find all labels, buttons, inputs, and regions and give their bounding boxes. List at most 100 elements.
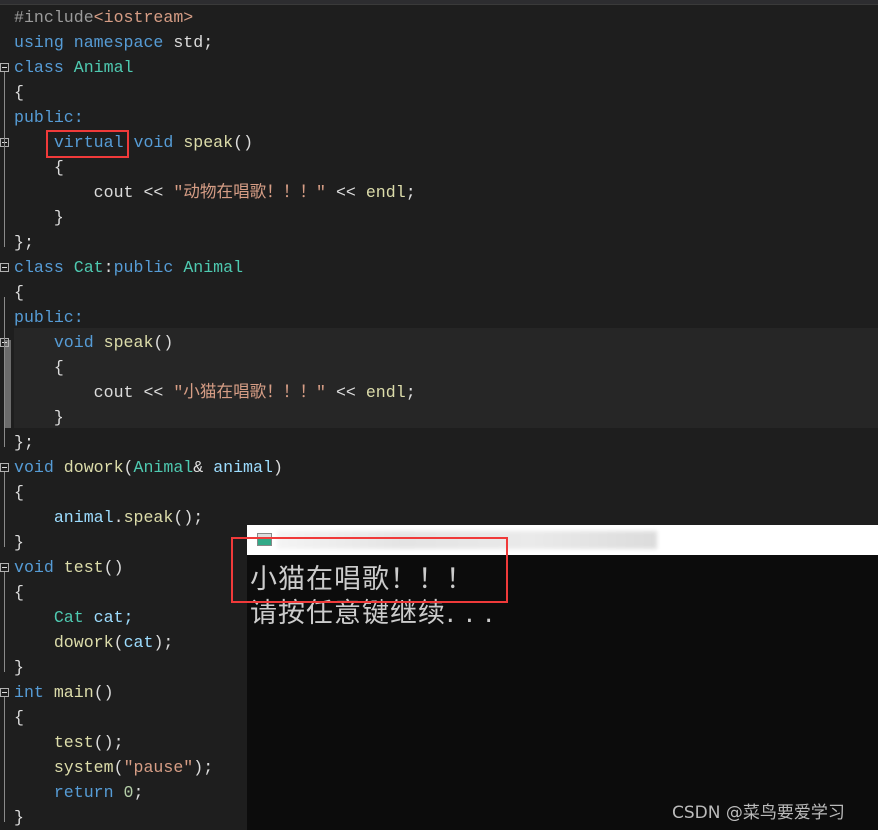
code-token: dowork <box>63 458 124 477</box>
code-token: speak <box>103 333 154 352</box>
code-line[interactable]: void speak() <box>14 330 174 355</box>
code-token: & <box>193 458 214 477</box>
fold-collapse-icon[interactable] <box>0 63 9 72</box>
code-token: ( <box>113 758 124 777</box>
code-line[interactable]: dowork(cat); <box>14 630 174 655</box>
code-line[interactable]: }; <box>14 230 34 255</box>
code-line[interactable]: }; <box>14 430 34 455</box>
code-line[interactable]: } <box>14 205 64 230</box>
code-line[interactable]: test(); <box>14 730 124 755</box>
code-token: "动物在唱歌！！！" <box>173 183 326 202</box>
code-token: (); <box>93 733 124 752</box>
code-token: endl <box>365 383 406 402</box>
code-token: cout << <box>14 383 174 402</box>
fold-collapse-icon[interactable] <box>0 688 9 697</box>
code-token: class <box>14 258 74 277</box>
code-token: ) <box>272 458 283 477</box>
code-token: <iostream> <box>93 8 194 27</box>
code-token: { <box>14 583 24 602</box>
code-token: public: <box>14 308 84 327</box>
code-line[interactable]: } <box>14 655 24 680</box>
code-token: ( <box>113 633 124 652</box>
code-token: << <box>326 183 366 202</box>
code-line[interactable]: #include<iostream> <box>14 5 193 30</box>
code-line[interactable]: } <box>14 805 24 830</box>
code-token: }; <box>14 433 34 452</box>
code-line[interactable]: animal.speak(); <box>14 505 203 530</box>
code-token: 0 <box>123 783 134 802</box>
code-token: ; <box>405 383 416 402</box>
fold-collapse-icon[interactable] <box>0 563 9 572</box>
code-line[interactable]: void dowork(Animal& animal) <box>14 455 283 480</box>
code-line[interactable]: { <box>14 705 24 730</box>
code-token: class <box>14 58 74 77</box>
code-token: { <box>14 358 64 377</box>
code-token: test <box>63 558 104 577</box>
code-token: } <box>14 208 64 227</box>
code-token: } <box>14 533 24 552</box>
code-token: public <box>113 258 184 277</box>
code-line[interactable]: } <box>14 530 24 555</box>
code-line[interactable]: class Animal <box>14 55 134 80</box>
code-token: cat <box>123 633 154 652</box>
code-token: namespace <box>73 33 174 52</box>
code-token: { <box>14 708 24 727</box>
code-token: return <box>14 783 124 802</box>
code-token: Animal <box>133 458 194 477</box>
code-token: . <box>113 508 124 527</box>
scope-guide-line <box>4 697 5 822</box>
code-line[interactable]: public: <box>14 105 84 130</box>
code-token: void <box>14 558 64 577</box>
code-line[interactable]: { <box>14 155 64 180</box>
code-token: { <box>14 283 24 302</box>
scope-guide-line <box>4 297 5 447</box>
code-token: public: <box>14 108 84 127</box>
highlight-box-output <box>231 537 508 603</box>
code-token: } <box>14 808 24 827</box>
code-line[interactable]: class Cat:public Animal <box>14 255 243 280</box>
code-line[interactable]: { <box>14 280 24 305</box>
code-token: speak <box>183 133 234 152</box>
code-token: ; <box>133 783 144 802</box>
code-token: "pause" <box>123 758 194 777</box>
code-line[interactable]: int main() <box>14 680 114 705</box>
code-line[interactable]: { <box>14 580 24 605</box>
code-token: ); <box>153 633 174 652</box>
code-line[interactable]: Cat cat; <box>14 605 134 630</box>
code-line[interactable]: system("pause"); <box>14 755 213 780</box>
code-line[interactable]: void test() <box>14 555 124 580</box>
code-token: "小猫在唱歌！！！" <box>173 383 326 402</box>
fold-collapse-icon[interactable] <box>0 463 9 472</box>
change-indicator-bar <box>5 340 11 428</box>
code-token: () <box>233 133 254 152</box>
code-token: cout << <box>14 183 174 202</box>
code-token: Animal <box>183 258 244 277</box>
code-token: void <box>14 333 104 352</box>
code-token: () <box>93 683 114 702</box>
code-token: (); <box>173 508 204 527</box>
code-token: ); <box>193 758 214 777</box>
code-token: { <box>14 483 24 502</box>
code-token: : <box>103 258 114 277</box>
code-token: << <box>326 383 366 402</box>
code-token: void <box>14 458 64 477</box>
highlight-box-virtual <box>46 130 129 158</box>
code-line[interactable]: using namespace std; <box>14 30 213 55</box>
code-token: std; <box>173 33 214 52</box>
code-line[interactable]: public: <box>14 305 84 330</box>
code-token: } <box>14 408 64 427</box>
code-token: void <box>123 133 184 152</box>
fold-collapse-icon[interactable] <box>0 263 9 272</box>
code-line[interactable]: cout << "动物在唱歌！！！" << endl; <box>14 180 416 205</box>
code-token: ( <box>123 458 134 477</box>
code-line[interactable]: { <box>14 480 24 505</box>
code-token: { <box>14 158 64 177</box>
scope-guide-line <box>4 572 5 672</box>
code-line[interactable]: } <box>14 405 64 430</box>
code-line[interactable]: return 0; <box>14 780 144 805</box>
code-token: } <box>14 658 24 677</box>
code-line[interactable]: { <box>14 355 64 380</box>
code-line[interactable]: { <box>14 80 24 105</box>
code-token: Cat <box>14 608 94 627</box>
code-line[interactable]: cout << "小猫在唱歌！！！" << endl; <box>14 380 416 405</box>
